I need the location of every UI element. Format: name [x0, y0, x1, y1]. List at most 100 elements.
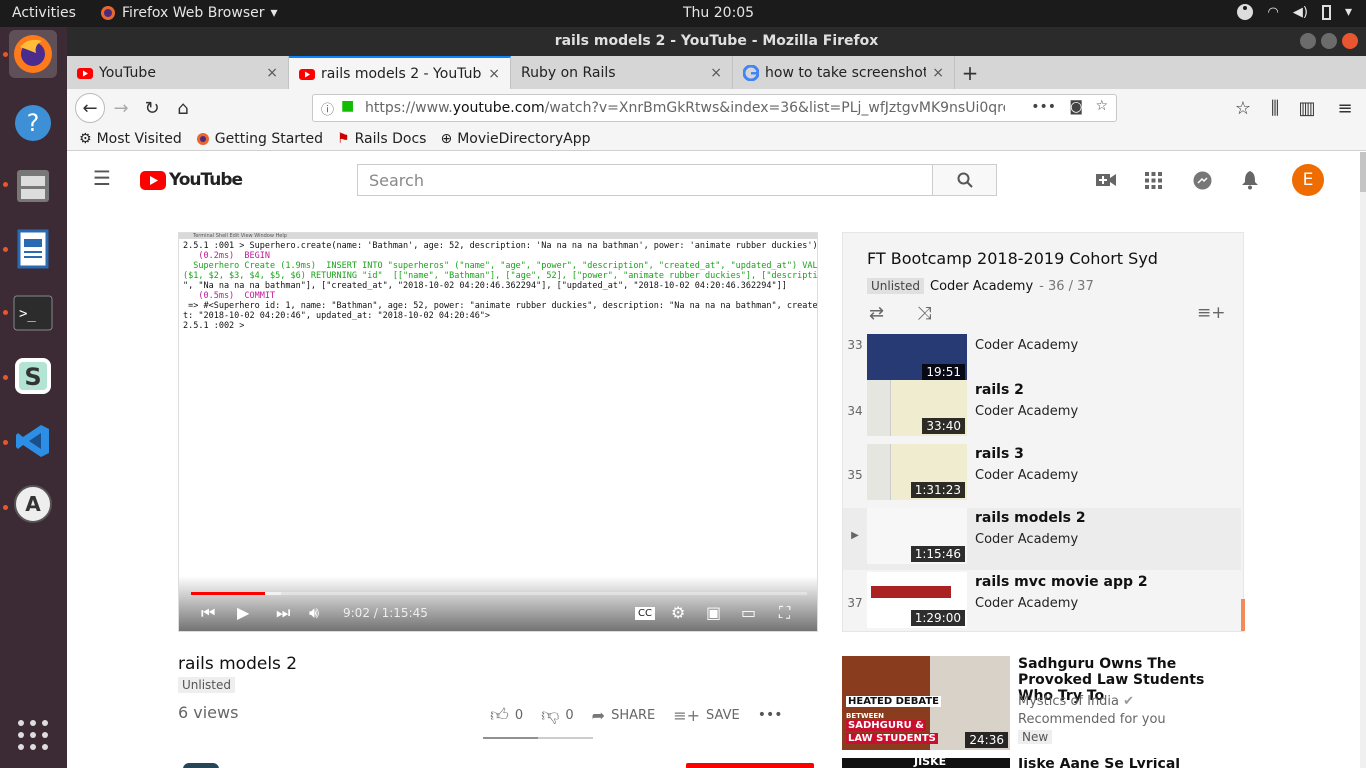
- files-launcher[interactable]: [9, 162, 57, 210]
- home-button[interactable]: ⌂: [171, 96, 195, 120]
- system-tray[interactable]: ◠ ◀) ▾: [1236, 3, 1352, 21]
- tab-google-search[interactable]: how to take screenshot i ×: [733, 56, 955, 89]
- guide-menu-icon[interactable]: ☰: [93, 166, 111, 190]
- like-button[interactable]: 👍︎ 0: [490, 704, 523, 726]
- page-scrollbar[interactable]: [1360, 152, 1366, 768]
- playlist-title[interactable]: FT Bootcamp 2018-2019 Cohort Syd: [867, 249, 1158, 268]
- video-actions: 👍︎ 0 👎︎ 0 ➦ SHARE ≡+ SAVE •••: [490, 704, 791, 726]
- close-window-button[interactable]: [1342, 33, 1358, 49]
- software-updater-launcher[interactable]: A: [9, 480, 57, 528]
- thumbnail-text: SADHGURU &: [846, 720, 926, 731]
- tab-rails-models-2[interactable]: rails models 2 - YouTube ×: [289, 56, 511, 89]
- recommended-video[interactable]: JISKE Jiske Aane Se Lyrical Video |: [842, 758, 1262, 768]
- settings-gear-icon[interactable]: ⚙: [671, 603, 685, 622]
- bookmarks-menu-button[interactable]: ☆: [1231, 96, 1255, 120]
- terminal-line: 2.5.1 :002 >: [183, 321, 250, 331]
- bookmark-most-visited[interactable]: ⚙ Most Visited: [79, 131, 182, 147]
- create-video-icon[interactable]: [1096, 172, 1116, 188]
- tab-youtube[interactable]: YouTube ×: [67, 56, 289, 89]
- progress-bar[interactable]: [191, 592, 807, 595]
- slack-launcher[interactable]: S: [9, 352, 57, 400]
- writer-launcher[interactable]: [9, 225, 57, 273]
- playlist-item-current[interactable]: ▶ 1:15:46 rails models 2 Coder Academy: [843, 508, 1241, 570]
- fullscreen-icon[interactable]: ⛶: [779, 603, 790, 623]
- playlist-item[interactable]: 35 1:31:23 rails 3 Coder Academy: [843, 444, 1241, 506]
- playlist-item[interactable]: 34 33:40 rails 2 Coder Academy: [843, 380, 1241, 442]
- playlist-item-title: rails 3: [975, 446, 1024, 462]
- new-badge: New: [1018, 730, 1053, 744]
- captions-icon[interactable]: CC: [635, 607, 655, 620]
- menu-button[interactable]: ≡: [1333, 96, 1357, 120]
- app-menu[interactable]: Firefox Web Browser ▾: [100, 5, 278, 21]
- app-grid-icon: [18, 720, 48, 750]
- loop-icon[interactable]: ⇄: [869, 303, 884, 324]
- window-controls: [1300, 33, 1358, 49]
- close-tab-icon[interactable]: ×: [710, 65, 722, 81]
- playlist-channel[interactable]: Coder Academy: [930, 279, 1033, 294]
- sidebar-button[interactable]: ▥: [1295, 96, 1319, 120]
- playlist-scrollbar[interactable]: [1241, 599, 1245, 631]
- video-thumbnail: 1:15:46: [867, 508, 967, 564]
- maximize-button[interactable]: [1321, 33, 1337, 49]
- pocket-icon[interactable]: ◙: [1069, 99, 1083, 115]
- share-button[interactable]: ➦ SHARE: [592, 706, 656, 725]
- minimize-button[interactable]: [1300, 33, 1316, 49]
- play-icon[interactable]: ▶: [237, 603, 249, 622]
- url-bar[interactable]: ⓘ ■ https://www.youtube.com/watch?v=XnrB…: [312, 94, 1117, 122]
- recommended-video[interactable]: HEATED DEBATE BETWEEN SADHGURU & LAW STU…: [842, 656, 1262, 750]
- add-to-playlist-icon[interactable]: ≡+: [1197, 303, 1226, 323]
- playlist-item-title: rails 2: [975, 382, 1024, 398]
- help-launcher[interactable]: ?: [9, 99, 57, 147]
- new-tab-button[interactable]: +: [955, 56, 985, 89]
- close-tab-icon[interactable]: ×: [266, 65, 278, 81]
- playlist-item[interactable]: 37 1:29:00 rails mvc movie app 2 Coder A…: [843, 572, 1241, 631]
- more-actions-button[interactable]: •••: [758, 707, 783, 723]
- tab-label: YouTube: [99, 64, 156, 81]
- window-titlebar[interactable]: rails models 2 - YouTube - Mozilla Firef…: [67, 27, 1366, 56]
- volume-icon[interactable]: 🔊︎: [309, 603, 319, 623]
- youtube-logo[interactable]: YouTube: [140, 170, 243, 190]
- save-button[interactable]: ≡+ SAVE: [673, 706, 739, 725]
- tab-strip: YouTube × rails models 2 - YouTube × Rub…: [67, 56, 1366, 89]
- close-tab-icon[interactable]: ×: [488, 66, 500, 82]
- avatar[interactable]: E: [1292, 164, 1324, 196]
- back-button[interactable]: ←: [75, 93, 105, 123]
- bookmark-rails-docs[interactable]: ⚑ Rails Docs: [337, 131, 426, 147]
- search-input[interactable]: Search: [357, 164, 933, 196]
- running-indicator: [3, 505, 8, 510]
- apps-grid-icon[interactable]: [1145, 172, 1162, 189]
- video-player[interactable]: Terminal Shell Edit View Window Help 2.5…: [178, 232, 818, 632]
- notifications-bell-icon[interactable]: [1241, 170, 1259, 190]
- reload-button[interactable]: ↻: [140, 96, 164, 120]
- terminal-launcher[interactable]: >_: [9, 289, 57, 337]
- activities-button[interactable]: Activities: [12, 5, 76, 21]
- shuffle-icon[interactable]: ⤨: [917, 303, 931, 324]
- miniplayer-icon[interactable]: ▣: [706, 603, 721, 622]
- terminal-line: ", "Na na na na bathman"], ["created_at"…: [183, 281, 787, 291]
- forward-button[interactable]: →: [109, 96, 133, 120]
- messages-icon[interactable]: [1193, 171, 1212, 190]
- firefox-launcher[interactable]: [9, 30, 57, 78]
- channel-avatar[interactable]: [183, 763, 219, 768]
- bookmark-moviedirectoryapp[interactable]: ⊕ MovieDirectoryApp: [440, 131, 590, 147]
- theater-mode-icon[interactable]: ▭: [741, 603, 756, 622]
- close-tab-icon[interactable]: ×: [932, 65, 944, 81]
- clock[interactable]: Thu 20:05: [683, 5, 754, 21]
- search-button[interactable]: [932, 164, 997, 196]
- rails-icon: ⚑: [337, 130, 350, 147]
- show-applications-button[interactable]: [9, 711, 57, 759]
- next-icon[interactable]: ⏭: [276, 603, 290, 623]
- tab-ruby-on-rails[interactable]: Ruby on Rails ×: [511, 56, 733, 89]
- bookmark-label: Rails Docs: [354, 130, 427, 147]
- previous-icon[interactable]: ⏮: [201, 603, 215, 623]
- video-title: rails models 2: [178, 654, 298, 674]
- subscribe-button[interactable]: [686, 763, 814, 768]
- library-button[interactable]: ⫼: [1263, 96, 1287, 120]
- bookmark-getting-started[interactable]: Getting Started: [196, 131, 323, 147]
- bookmark-star-icon[interactable]: ☆: [1095, 98, 1108, 114]
- tab-label: Ruby on Rails: [521, 64, 616, 81]
- page-actions-button[interactable]: •••: [1031, 99, 1056, 115]
- wifi-icon: ◠: [1267, 4, 1279, 20]
- dislike-button[interactable]: 👎︎ 0: [541, 704, 574, 726]
- vscode-launcher[interactable]: [9, 417, 57, 465]
